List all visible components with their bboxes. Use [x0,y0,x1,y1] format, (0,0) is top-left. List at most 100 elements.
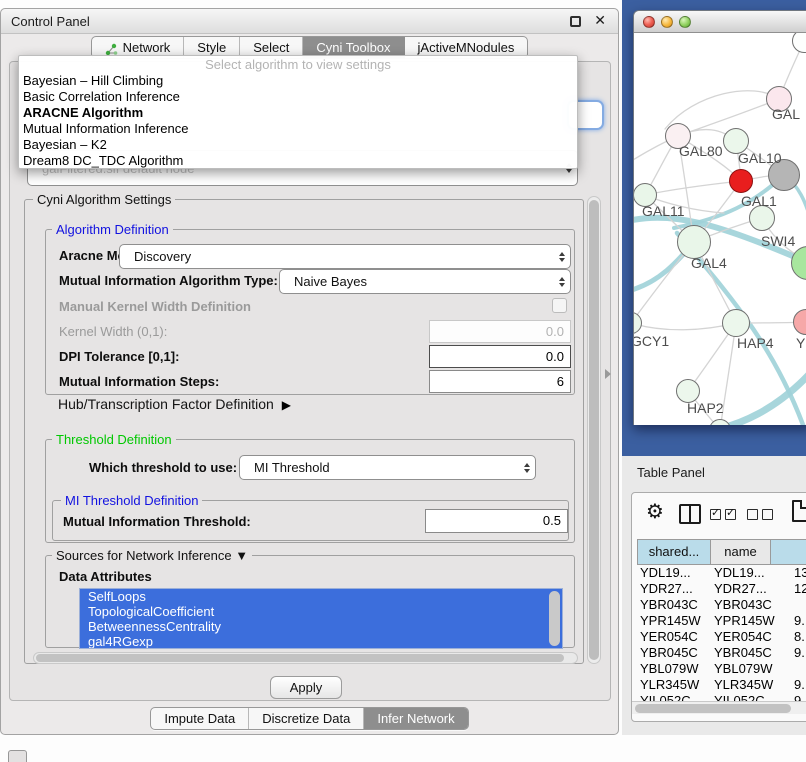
kernel-width-label: Kernel Width (0,1): [59,325,167,339]
select-all-checkboxes-icon[interactable] [710,509,740,521]
settings-horizontal-scrollbar[interactable] [33,652,578,664]
unchecked-box-icon [747,509,758,520]
sources-group-title: Sources for Network Inference ▼ [52,548,252,563]
tab-impute-data[interactable]: Impute Data [151,708,249,729]
settings-vertical-scrollbar[interactable] [587,196,601,664]
table-row[interactable]: YLR345WYLR345W9. [632,677,806,693]
float-window-icon[interactable] [570,16,581,27]
scrollbar-thumb[interactable] [635,704,791,713]
stepper-icon [554,277,570,287]
which-threshold-label: Which threshold to use: [89,461,237,475]
cell: YDR27... [640,581,693,597]
aracne-mode-combo[interactable]: Discovery [119,244,571,269]
close-traffic-light[interactable] [643,16,655,28]
table-row[interactable]: YER054CYER054C8. [632,629,806,645]
deselect-all-checkboxes-icon[interactable] [747,509,777,521]
document-icon[interactable] [792,500,806,522]
bottom-tab-group: Impute Data Discretize Data Infer Networ… [150,707,468,730]
cell: YPR145W [714,613,775,629]
dpi-tolerance-input[interactable]: 0.0 [429,345,571,368]
node-label: GAL10 [738,150,782,166]
table-row[interactable]: YPR145W YPR145W 9. [632,613,806,629]
panel-title: Control Panel [11,9,90,34]
data-attributes-list: SelfLoops TopologicalCoefficient Between… [79,588,563,649]
dpi-tolerance-label: DPI Tolerance [0,1]: [59,350,179,364]
table-row[interactable]: YBR043C YBR043C [632,597,806,613]
table-row[interactable]: YBL079WYBL079W [632,661,806,677]
dropdown-item[interactable]: Mutual Information Inference [19,121,577,137]
which-threshold-combo[interactable]: MI Threshold [239,455,536,480]
cell: YLR345W [640,677,699,693]
aracne-mode-value: Discovery [120,249,554,264]
minimize-traffic-light[interactable] [661,16,673,28]
list-item[interactable]: BetweennessCentrality [80,619,562,634]
column-header-name[interactable]: name [710,539,771,565]
mi-type-value: Naive Bayes [280,274,554,289]
table-row[interactable]: YBR045CYBR045C9. [632,645,806,661]
cell: YDL19... [640,565,691,581]
split-columns-icon[interactable] [679,504,701,524]
tab-discretize-data[interactable]: Discretize Data [249,708,364,729]
network-node-gal4[interactable] [677,225,711,259]
manual-kernel-width-checkbox[interactable] [552,298,567,313]
bottom-tab-bar: Impute Data Discretize Data Infer Networ… [1,707,618,730]
table-row-partial[interactable]: YIL052CYIL052C9 [632,693,806,701]
checked-box-icon [725,509,736,520]
hub-transcription-factor-expander[interactable]: Hub/Transcription Factor Definition▶ [58,396,291,412]
algorithm-dropdown-popup: Select algorithm to view settings Bayesi… [18,55,578,169]
cell: YPR145W [640,613,701,629]
node-label: HAP4 [737,335,774,351]
cell: 9. [794,613,805,629]
table-panel-title: Table Panel [637,465,705,480]
cell: YER054C [714,629,772,645]
column-header-shared-name[interactable]: shared... [637,539,711,565]
list-item[interactable]: SelfLoops [80,589,562,604]
tab-infer-network[interactable]: Infer Network [364,708,467,729]
collapse-arrow-icon[interactable]: ▼ [235,548,248,563]
mi-type-label: Mutual Information Algorithm Type: [59,274,278,288]
dropdown-item[interactable]: Bayesian – Hill Climbing [19,73,577,89]
cell: YDL19... [714,565,765,581]
mi-steps-input[interactable]: 6 [429,370,571,393]
scrollbar-thumb[interactable] [36,654,564,662]
table-body: YDL19...YDL19...13 YDR27...YDR27...12 YB… [632,565,806,701]
network-window-titlebar[interactable] [634,11,806,33]
mi-algorithm-type-combo[interactable]: Naive Bayes [279,269,571,294]
splitpane-collapse-arrow[interactable] [605,369,611,379]
mi-threshold-input[interactable]: 0.5 [425,509,568,533]
table-header: shared... name [632,539,806,565]
cell: YBR043C [640,597,698,613]
settings-group-title: Cyni Algorithm Settings [33,192,175,207]
close-icon[interactable]: ✕ [594,12,606,29]
list-item[interactable]: TopologicalCoefficient [80,604,562,619]
list-item[interactable]: gal4RGexp [80,634,562,649]
gear-icon[interactable]: ⚙ [646,499,664,525]
dropdown-item[interactable]: Bayesian – K2 [19,137,577,153]
list-scrollbar[interactable] [549,591,560,646]
dropdown-item[interactable]: Dream8 DC_TDC Algorithm [19,153,577,169]
cyni-algorithm-settings-group: Cyni Algorithm Settings Algorithm Defini… [24,199,584,664]
apply-button[interactable]: Apply [270,676,342,699]
kernel-width-input[interactable]: 0.0 [429,320,571,343]
table-horizontal-scrollbar[interactable] [632,701,806,714]
column-header-partial[interactable] [770,539,806,565]
table-row[interactable]: YDL19...YDL19...13 [632,565,806,581]
control-panel-titlebar: Control Panel ✕ [1,9,618,34]
cell: YBR043C [714,597,772,613]
network-canvas[interactable]: GAL GAL80 GAL10 GAL1 GAL11 SWI4 GAL4 GCY… [634,33,806,425]
dropdown-item[interactable]: Basic Correlation Inference [19,89,577,105]
network-node-gal1[interactable] [729,169,753,193]
cell: YLR345W [714,677,773,693]
node-label: GAL1 [741,193,777,209]
minimized-panel-icon[interactable] [8,750,27,762]
which-threshold-value: MI Threshold [240,460,519,475]
algorithm-definition-title: Algorithm Definition [52,222,173,237]
node-label: SWI4 [761,233,795,249]
network-node-hap4[interactable] [722,309,750,337]
cell: YBR045C [640,645,698,661]
scrollbar-thumb[interactable] [589,200,599,660]
screen: Control Panel ✕ Network Style Select Cyn… [0,0,806,762]
dropdown-item-selected[interactable]: ARACNE Algorithm [19,105,577,121]
table-row[interactable]: YDR27...YDR27...12 [632,581,806,597]
zoom-traffic-light[interactable] [679,16,691,28]
